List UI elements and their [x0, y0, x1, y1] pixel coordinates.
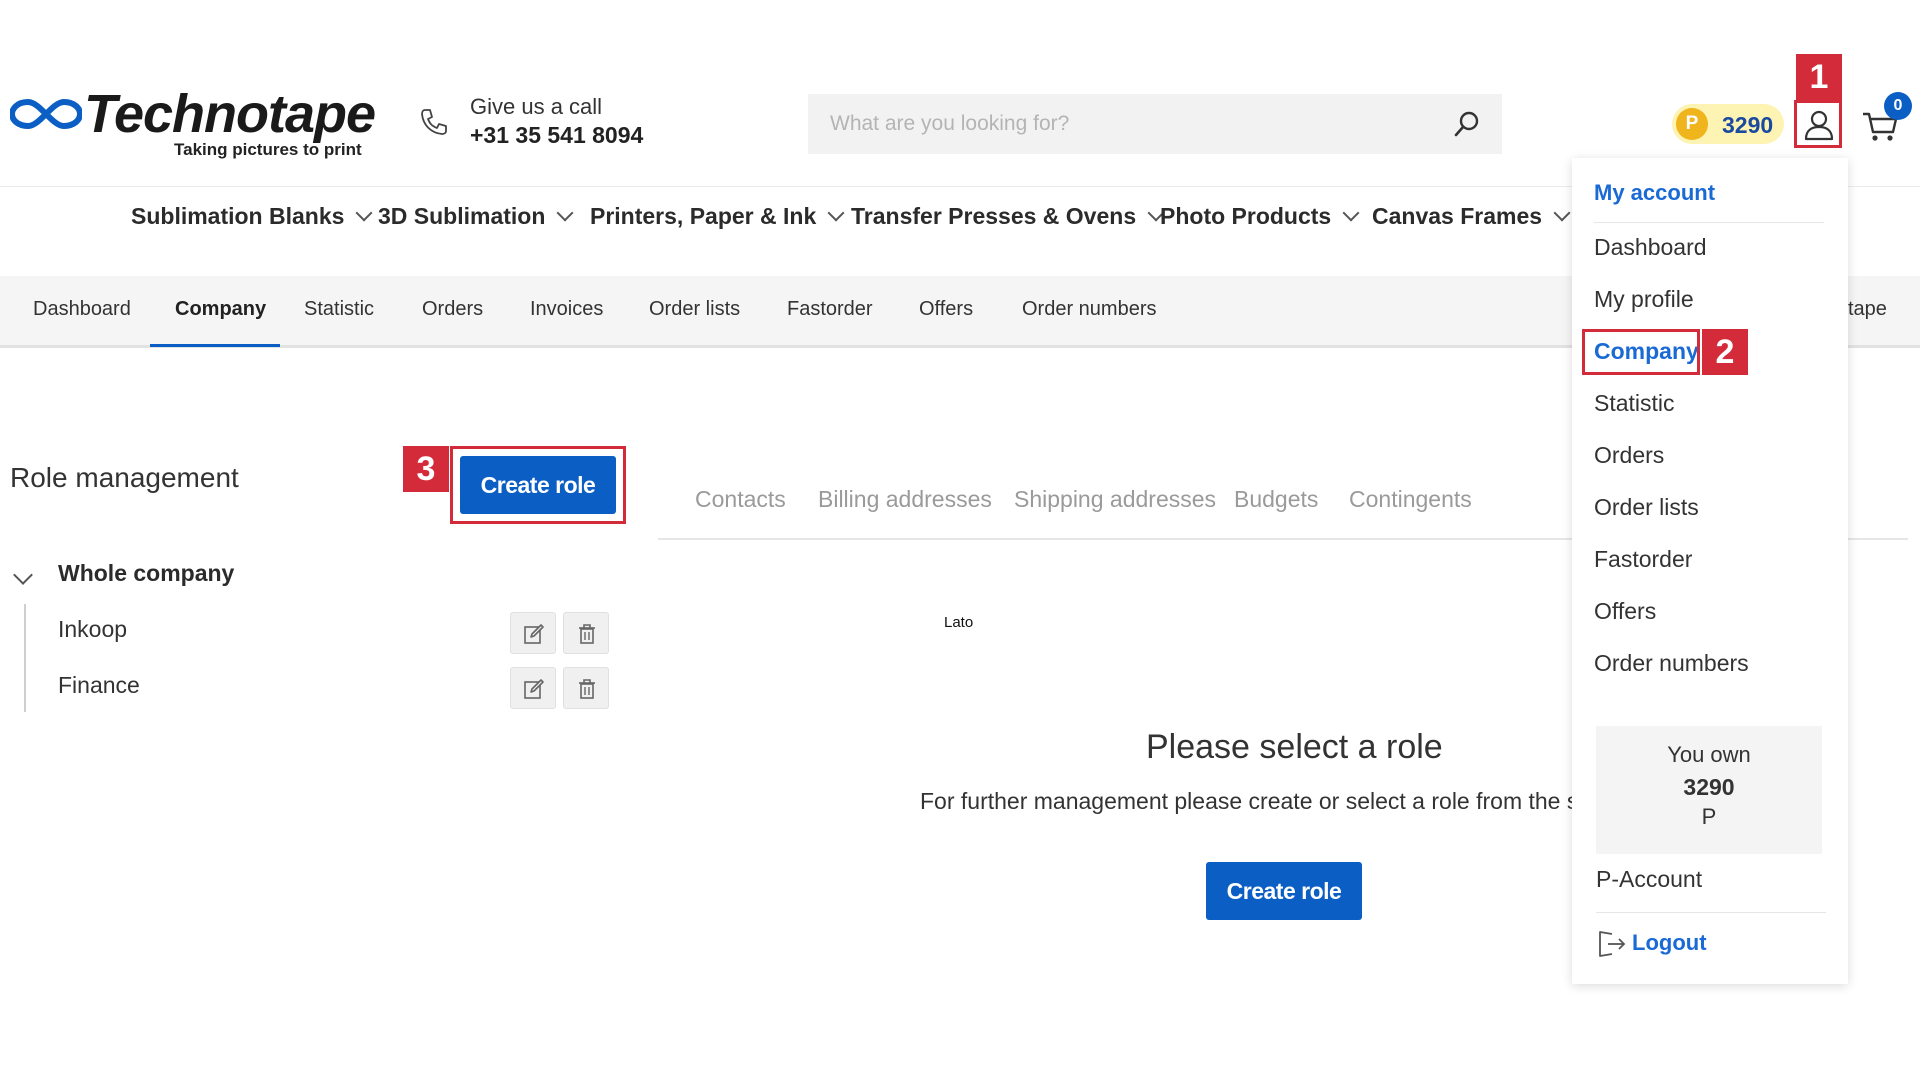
active-tab-indicator	[150, 344, 280, 347]
cart-count-badge: 0	[1884, 92, 1912, 120]
create-role-button[interactable]: Create role	[460, 456, 616, 514]
dropdown-divider	[1596, 912, 1826, 913]
tab-dashboard[interactable]: Dashboard	[33, 298, 131, 321]
chevron-down-icon	[1553, 204, 1571, 222]
trash-icon	[579, 624, 595, 644]
category-label: Canvas Frames	[1372, 203, 1543, 229]
dropdown-item-statistic[interactable]: Statistic	[1594, 390, 1675, 417]
chevron-down-icon	[1342, 204, 1360, 222]
category-nav: Sublimation Blanks 3D Sublimation Printe…	[0, 198, 1571, 238]
role-management-title: Role management	[10, 462, 239, 493]
points-value: 3290	[1722, 112, 1774, 138]
tree-item-inkoop[interactable]: Inkoop	[58, 616, 127, 643]
category-label: Printers, Paper & Ink	[590, 203, 817, 229]
points-coin-icon: P	[1676, 108, 1708, 140]
tab-contacts[interactable]: Contacts	[695, 486, 786, 513]
dropdown-item-offers[interactable]: Offers	[1594, 598, 1656, 625]
category-photo-products[interactable]: Photo Products	[1160, 198, 1360, 238]
empty-state-text: For further management please create or …	[920, 788, 1572, 814]
logout-icon	[1599, 931, 1626, 957]
chevron-down-icon	[556, 204, 574, 222]
points-badge[interactable]: P 3290	[1672, 104, 1784, 144]
annotation-step-1: 1	[1796, 54, 1842, 100]
annotation-step-2: 2	[1702, 329, 1748, 375]
font-note: Lato	[944, 614, 974, 631]
tab-order-numbers[interactable]: Order numbers	[1022, 298, 1157, 321]
category-label: Sublimation Blanks	[131, 203, 345, 229]
tab-orders[interactable]: Orders	[422, 298, 483, 321]
technotape-logo[interactable]: Technotape Taking pictures to print	[10, 84, 376, 164]
dropdown-header-my-account[interactable]: My account	[1594, 180, 1715, 206]
category-sublimation-blanks[interactable]: Sublimation Blanks	[131, 198, 373, 238]
tab-company[interactable]: Company	[175, 298, 266, 321]
edit-finance-button[interactable]	[510, 667, 556, 709]
tab-fastorder[interactable]: Fastorder	[787, 298, 873, 321]
phone-label: Give us a call	[470, 94, 603, 119]
user-icon[interactable]	[1798, 104, 1840, 146]
category-label: Photo Products	[1160, 203, 1332, 229]
dropdown-item-p-account[interactable]: P-Account	[1596, 866, 1702, 893]
tree-root-whole-company[interactable]: Whole company	[58, 560, 234, 587]
tab-shipping-addresses[interactable]: Shipping addresses	[1014, 486, 1216, 513]
delete-inkoop-button[interactable]	[563, 612, 609, 654]
create-role-button-main[interactable]: Create role	[1206, 862, 1362, 920]
search-bar	[808, 94, 1502, 154]
edit-icon	[524, 624, 544, 644]
category-printers-paper-ink[interactable]: Printers, Paper & Ink	[590, 198, 845, 238]
phone-number: +31 35 541 8094	[470, 122, 644, 148]
category-3d-sublimation[interactable]: 3D Sublimation	[378, 198, 574, 238]
annotation-step-3: 3	[403, 446, 449, 492]
dropdown-item-order-lists[interactable]: Order lists	[1594, 494, 1699, 521]
trash-icon	[579, 679, 595, 699]
tree-connector	[24, 604, 26, 712]
tab-partial-hidden[interactable]: tape	[1848, 298, 1887, 321]
infinity-logo-icon	[10, 98, 82, 130]
category-label: Transfer Presses & Ovens	[851, 203, 1137, 229]
tab-invoices[interactable]: Invoices	[530, 298, 603, 321]
edit-icon	[524, 679, 544, 699]
search-icon[interactable]	[1452, 109, 1482, 139]
tab-statistic[interactable]: Statistic	[304, 298, 374, 321]
tab-contingents[interactable]: Contingents	[1349, 486, 1472, 513]
logo-tagline: Taking pictures to print	[174, 140, 362, 159]
tab-budgets[interactable]: Budgets	[1234, 486, 1318, 513]
points-summary-value: 3290	[1683, 774, 1735, 800]
chevron-down-icon[interactable]	[13, 565, 33, 585]
account-dropdown: My account Dashboard My profile Company …	[1572, 158, 1848, 984]
edit-inkoop-button[interactable]	[510, 612, 556, 654]
category-canvas-frames[interactable]: Canvas Frames	[1372, 198, 1571, 238]
dropdown-item-orders[interactable]: Orders	[1594, 442, 1664, 469]
dropdown-item-dashboard[interactable]: Dashboard	[1594, 234, 1707, 261]
empty-state-title: Please select a role	[1146, 728, 1443, 766]
tab-order-lists[interactable]: Order lists	[649, 298, 740, 321]
search-input[interactable]	[808, 94, 1428, 154]
logout-label: Logout	[1632, 930, 1707, 955]
dropdown-item-fastorder[interactable]: Fastorder	[1594, 546, 1692, 573]
tab-offers[interactable]: Offers	[919, 298, 973, 321]
category-label: 3D Sublimation	[378, 203, 546, 229]
points-summary-label: You own	[1667, 742, 1751, 767]
category-transfer-presses[interactable]: Transfer Presses & Ovens	[851, 198, 1165, 238]
dropdown-item-order-numbers[interactable]: Order numbers	[1594, 650, 1749, 677]
tree-item-finance[interactable]: Finance	[58, 672, 140, 699]
chevron-down-icon	[827, 204, 845, 222]
phone-icon	[421, 109, 447, 135]
points-summary-card: You own 3290 P	[1596, 726, 1822, 854]
chevron-down-icon	[355, 204, 373, 222]
delete-finance-button[interactable]	[563, 667, 609, 709]
logo-wordmark: Technotape	[84, 84, 376, 144]
tab-billing-addresses[interactable]: Billing addresses	[818, 486, 992, 513]
annotation-highlight-company	[1582, 329, 1700, 375]
dropdown-item-my-profile[interactable]: My profile	[1594, 286, 1694, 313]
dropdown-divider	[1594, 222, 1824, 223]
points-summary-unit: P	[1701, 804, 1717, 829]
